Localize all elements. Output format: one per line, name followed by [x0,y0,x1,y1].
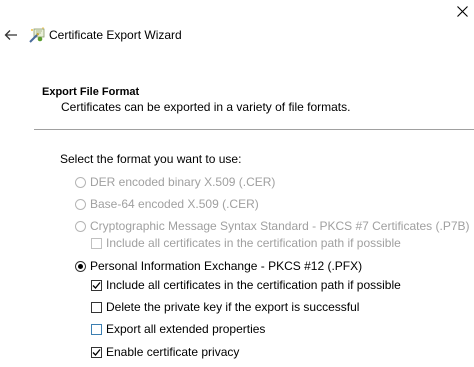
checkbox-cert-privacy-label: Enable certificate privacy [106,345,240,359]
radio-der-label: DER encoded binary X.509 (.CER) [90,175,276,189]
checkbox-p7b-include-all[interactable] [91,237,102,249]
radio-pfx[interactable] [75,260,86,272]
checkbox-p7b-include-all-label: Include all certificates in the certific… [106,236,401,250]
radio-p7b[interactable] [75,220,86,232]
checkmark-icon [92,281,101,289]
radio-base64-label: Base-64 encoded X.509 (.CER) [90,197,259,211]
checkbox-delete-key-option[interactable]: Delete the private key if the export is … [91,300,359,314]
section-title: Export File Format [42,86,140,98]
section-description: Certificates can be exported in a variet… [61,100,351,114]
format-prompt: Select the format you want to use: [60,152,242,166]
radio-p7b-option[interactable]: Cryptographic Message Syntax Standard - … [75,219,470,233]
checkbox-cert-privacy[interactable] [91,346,102,358]
checkbox-cert-privacy-option[interactable]: Enable certificate privacy [91,345,239,359]
checkbox-delete-key-label: Delete the private key if the export is … [106,300,360,314]
back-arrow-icon [4,30,17,40]
checkbox-p7b-include-all-option[interactable]: Include all certificates in the certific… [91,236,401,250]
radio-p7b-label: Cryptographic Message Syntax Standard - … [90,219,470,233]
radio-der-option[interactable]: DER encoded binary X.509 (.CER) [75,175,275,189]
window-title: Certificate Export Wizard [49,28,182,42]
radio-pfx-option[interactable]: Personal Information Exchange - PKCS #12… [75,259,362,273]
radio-base64-option[interactable]: Base-64 encoded X.509 (.CER) [75,197,259,211]
checkmark-icon [92,348,101,356]
checkbox-delete-key[interactable] [91,301,102,313]
checkbox-pfx-include-all[interactable] [91,279,102,291]
close-button[interactable] [451,0,474,22]
certificate-wizard-icon [29,27,45,43]
divider [34,129,474,130]
checkbox-export-props-label: Export all extended properties [106,322,266,336]
back-button[interactable] [2,24,20,46]
checkbox-export-props-option[interactable]: Export all extended properties [91,322,265,336]
radio-pfx-label: Personal Information Exchange - PKCS #12… [90,259,363,273]
checkbox-pfx-include-all-option[interactable]: Include all certificates in the certific… [91,278,401,292]
radio-selected-dot [78,263,83,269]
checkbox-export-props[interactable] [91,323,102,335]
checkbox-pfx-include-all-label: Include all certificates in the certific… [106,278,401,292]
radio-der[interactable] [75,176,86,188]
radio-base64[interactable] [75,198,86,210]
close-icon [457,5,468,17]
